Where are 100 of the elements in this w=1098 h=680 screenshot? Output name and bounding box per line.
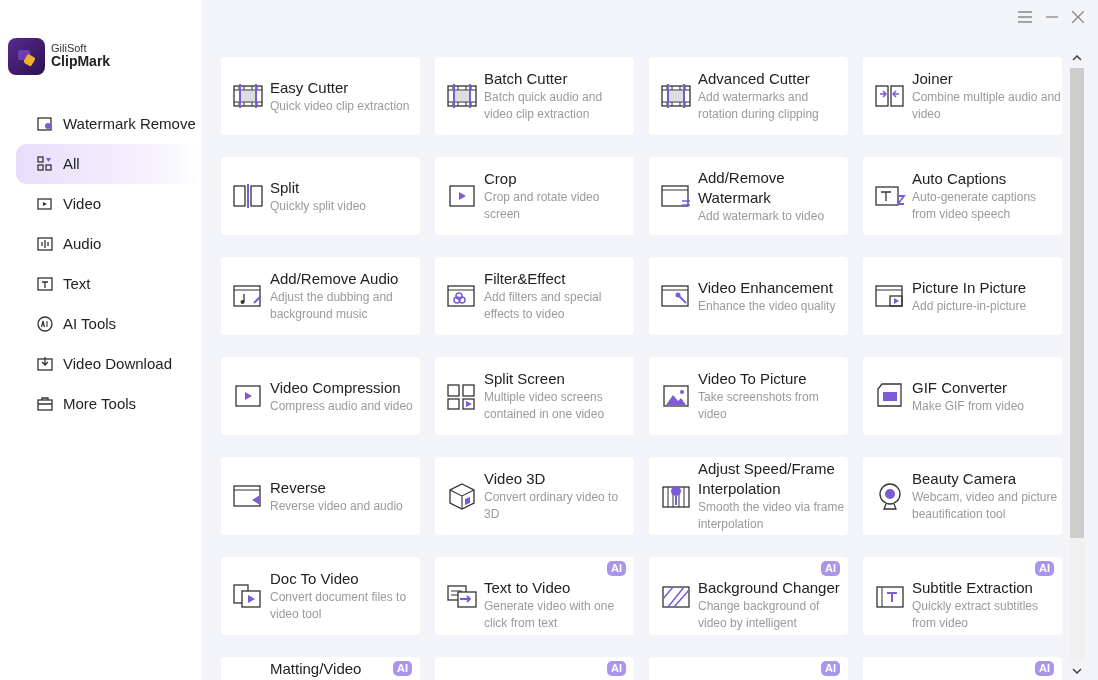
brand-name: ClipMark: [51, 54, 111, 70]
tool-title: Joiner: [912, 69, 953, 89]
tool-card[interactable]: Split Screen Multiple video screens contained in one video: [435, 357, 634, 435]
tool-description: Convert document files to video tool: [270, 589, 408, 623]
tool-card[interactable]: Crop Crop and rotate video screen: [435, 157, 634, 235]
tool-description: Add filters and special effects to video: [484, 289, 603, 323]
sidebar-item[interactable]: Watermark Remove: [16, 104, 202, 144]
text-icon: [37, 276, 53, 292]
film-strip-icon: [446, 81, 478, 111]
tool-title: Add/Remove Watermark: [698, 167, 786, 208]
tool-card[interactable]: Auto Captions Auto-generate captions from video speech: [863, 157, 1062, 235]
tool-card[interactable]: Picture In Picture Add picture-in-picture: [863, 257, 1062, 335]
tool-description: Auto-generate captions from video speech: [912, 189, 1038, 223]
tool-title: Background Changer: [698, 578, 840, 598]
app-logo: [8, 38, 45, 75]
ai-badge: AI: [1035, 661, 1054, 676]
tool-card[interactable]: Video 3D Convert ordinary video to 3D: [435, 457, 634, 535]
close-icon[interactable]: [1072, 11, 1084, 23]
ai-badge: AI: [393, 661, 412, 676]
film-strip-icon: [232, 81, 264, 111]
document-video-icon: [232, 581, 264, 611]
tool-title: Easy Cutter: [270, 77, 349, 98]
tool-description: Take screenshots from video: [698, 389, 820, 423]
tool-description: Enhance the video quality: [698, 297, 837, 315]
ai-badge: AI: [1035, 561, 1054, 576]
sidebar-item[interactable]: More Tools: [16, 384, 202, 424]
scroll-down-icon[interactable]: [1072, 668, 1082, 674]
tool-description: Multiple video screens contained in one video: [484, 389, 606, 423]
tool-description: Combine multiple audio and video: [912, 89, 1062, 123]
cube-icon: [446, 481, 478, 511]
scrollbar-thumb[interactable]: [1070, 68, 1084, 538]
tool-description: Smooth the video via frame interpolation: [698, 499, 846, 533]
tool-title: Crop: [484, 169, 517, 189]
tool-card[interactable]: Split Quickly split video: [221, 157, 420, 235]
tool-card[interactable]: GIF Converter Make GIF from video: [863, 357, 1062, 435]
tool-title: GIF Converter: [912, 377, 1008, 398]
tool-description: Add watermarks and rotation during clipping: [698, 89, 820, 123]
tool-card[interactable]: Easy Cutter Quick video clip extraction: [221, 57, 420, 135]
tool-title: Subtitle Extraction: [912, 578, 1033, 598]
tool-title: Video Compression: [270, 377, 401, 398]
tool-description: Adjust the dubbing and background music: [270, 289, 394, 323]
ai-badge: AI: [821, 561, 840, 576]
sidebar-item[interactable]: Video: [16, 184, 202, 224]
tool-card[interactable]: Add/Remove Audio Adjust the dubbing and background music: [221, 257, 420, 335]
grid-icon: [37, 156, 53, 172]
menu-icon[interactable]: [1018, 11, 1032, 23]
tool-description: Quickly extract subtitles from video: [912, 598, 1040, 632]
tool-title: Video Enhancement: [698, 277, 833, 298]
tool-card[interactable]: Reverse Reverse video and audio: [221, 457, 420, 535]
tool-title: Text to Video: [484, 578, 571, 598]
sidebar-item[interactable]: Video Download: [16, 344, 202, 384]
tool-title: Split: [270, 177, 300, 198]
tool-title: Picture In Picture: [912, 277, 1027, 298]
tool-card[interactable]: Video Compression Compress audio and video: [221, 357, 420, 435]
download-icon: [37, 356, 53, 372]
tool-card[interactable]: Doc To Video Convert document files to video tool: [221, 557, 420, 635]
film-strip-icon: [660, 81, 692, 111]
tool-title: Matting/Video: [270, 659, 362, 679]
tool-description: Batch quick audio and video clip extraction: [484, 89, 604, 123]
audio-icon: [37, 236, 53, 252]
tool-card[interactable]: Video To Picture Take screenshots from video: [649, 357, 848, 435]
ai-icon: [37, 316, 53, 332]
tool-card[interactable]: Beauty Camera Webcam, video and picture beautification tool: [863, 457, 1062, 535]
tool-card[interactable]: Joiner Combine multiple audio and video: [863, 57, 1062, 135]
scroll-up-icon[interactable]: [1072, 55, 1082, 61]
watermark-icon: [37, 116, 53, 132]
tool-card[interactable]: Add/Remove Watermark Add watermark to video: [649, 157, 848, 235]
ai-badge: AI: [607, 661, 626, 676]
tool-title: Add/Remove Audio: [270, 269, 399, 289]
tool-card[interactable]: Batch Cutter Batch quick audio and video clip extraction: [435, 57, 634, 135]
play-icon: [37, 196, 53, 212]
tool-title: Auto Captions: [912, 169, 1007, 189]
tool-card[interactable]: Video Enhancement Enhance the video quality: [649, 257, 848, 335]
sidebar-item[interactable]: Audio: [16, 224, 202, 264]
sidebar-item[interactable]: AI Tools: [16, 304, 202, 344]
tool-card[interactable]: Matting/Video AI: [221, 657, 420, 680]
tool-description: Quick video clip extraction: [270, 97, 411, 115]
tool-card[interactable]: Text to Video Generate video with one click from text AI: [435, 557, 634, 635]
tool-card[interactable]: Subtitle Extraction Quickly extract subtitles from video AI: [863, 557, 1062, 635]
tool-title: Video 3D: [484, 469, 546, 489]
brand-company: GiliSoft: [51, 43, 88, 55]
split-film-icon: [232, 181, 264, 211]
tool-title: Video To Picture: [698, 369, 807, 389]
tool-card[interactable]: Background Changer Change background of video by intelligent AI: [649, 557, 848, 635]
tool-card[interactable]: Adjust Speed/Frame Interpolation Smooth the video via frame interpolation: [649, 457, 848, 535]
tool-description: Add watermark to video: [698, 207, 826, 225]
tool-description: Convert ordinary video to 3D: [484, 489, 620, 523]
grid-icon: [446, 381, 478, 411]
tool-title: Reverse: [270, 477, 326, 498]
tool-description: Quickly split video: [270, 197, 368, 215]
tool-card[interactable]: Filter&Effect Add filters and special effects to video: [435, 257, 634, 335]
sidebar-item[interactable]: Text: [16, 264, 202, 304]
ai-badge: AI: [821, 661, 840, 676]
tool-title: Doc To Video: [270, 569, 359, 589]
tool-title: Advanced Cutter: [698, 69, 810, 89]
tool-description: Compress audio and video: [270, 397, 414, 415]
tool-card[interactable]: Advanced Cutter Add watermarks and rotation during clipping: [649, 57, 848, 135]
tool-title: Adjust Speed/Frame Interpolation: [698, 459, 836, 499]
tool-description: Reverse video and audio: [270, 497, 404, 515]
tool-title: Split Screen: [484, 369, 565, 389]
